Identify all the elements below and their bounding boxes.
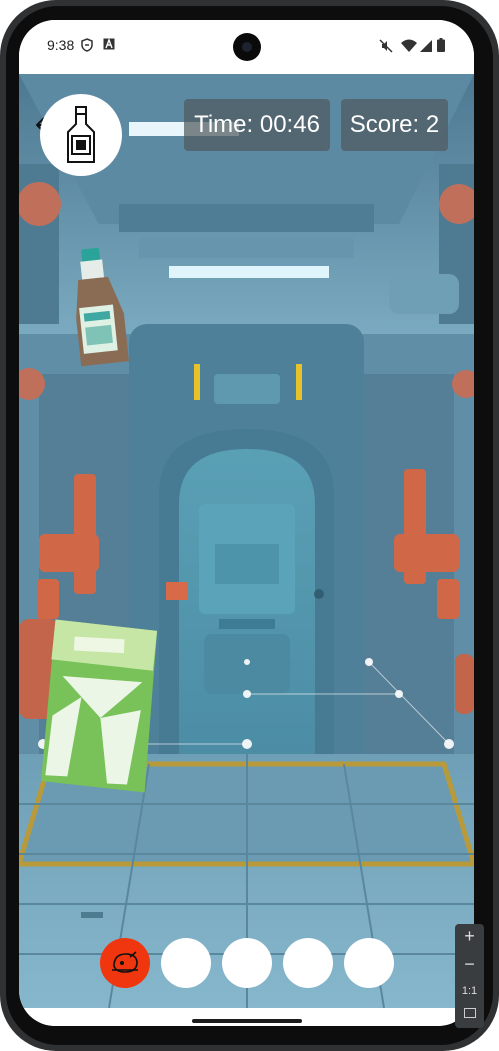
status-time: 9:38 [47,37,75,53]
actual-size-button[interactable]: 1:1 [455,985,484,997]
sauce-bottle[interactable] [69,246,129,371]
signal-icon [420,40,432,52]
screen: 9:38 Time: 00:46 Score: 2 [19,20,474,1026]
status-bar: 9:38 [19,20,474,74]
game-scene[interactable]: Time: 00:46 Score: 2 [19,74,474,1008]
inventory-slot-4[interactable] [283,938,333,988]
mute-icon [379,39,393,53]
nav-bar [19,1008,474,1026]
roast-chicken-icon [112,951,138,973]
target-item-badge [40,94,122,176]
spaceship-corridor-background [19,74,474,1008]
wifi-icon [401,39,417,52]
screenshot-icon[interactable] [455,1008,484,1021]
inventory-slot-5[interactable] [344,938,394,988]
zoom-in-button[interactable]: + [455,926,484,947]
bottle-icon [67,106,95,163]
chip-bag[interactable] [41,618,159,796]
emulator-zoom-controls: + − 1:1 [455,924,484,1028]
timer-display: Time: 00:46 [184,99,330,151]
home-indicator[interactable] [192,1019,302,1023]
score-display: Score: 2 [341,99,448,151]
inventory-slot-3[interactable] [222,938,272,988]
battery-icon [437,38,445,52]
a-icon [103,38,115,50]
inventory-slot-2[interactable] [161,938,211,988]
front-camera [233,33,261,61]
zoom-out-button[interactable]: − [455,954,484,975]
shield-icon [81,38,93,52]
inventory-slot-1[interactable] [100,938,150,988]
